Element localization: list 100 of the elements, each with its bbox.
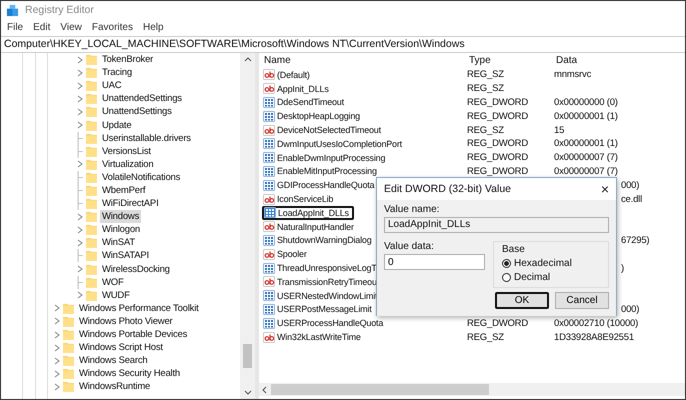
- tree-item[interactable]: TokenBroker: [100, 53, 156, 66]
- tree-item[interactable]: Windows Security Health: [77, 367, 182, 380]
- scroll-down-icon[interactable]: [244, 390, 252, 395]
- tree-item[interactable]: UAC: [100, 79, 124, 92]
- scroll-thumb[interactable]: [271, 384, 489, 395]
- radio-circle-icon[interactable]: [502, 273, 511, 282]
- tree-item[interactable]: WUDF: [100, 288, 132, 302]
- dialog-button[interactable]: OK: [495, 292, 549, 309]
- dialog-title: Edit DWORD (32-bit) Value: [384, 183, 512, 195]
- expand-chevron-icon[interactable]: [54, 330, 60, 339]
- scrollbar[interactable]: [240, 53, 255, 399]
- tree-item[interactable]: VersionsList: [100, 144, 153, 158]
- value-name-cell[interactable]: AppInit_DLLs: [262, 82, 333, 96]
- expand-chevron-icon[interactable]: [77, 56, 83, 64]
- scroll-thumb[interactable]: [243, 344, 252, 368]
- expand-chevron-icon[interactable]: [77, 121, 83, 130]
- value-name-cell[interactable]: ShutdownWarningDialog: [262, 234, 376, 248]
- expand-chevron-icon[interactable]: [54, 304, 60, 312]
- menu-item[interactable]: File: [7, 22, 24, 33]
- expand-chevron-icon[interactable]: [77, 82, 83, 90]
- tree-item[interactable]: VolatileNotifications: [100, 170, 182, 184]
- close-button[interactable]: ×: [594, 181, 616, 197]
- value-name-cell[interactable]: GDIProcessHandleQuota: [262, 178, 378, 192]
- expand-chevron-icon[interactable]: [77, 226, 83, 234]
- expand-chevron-icon[interactable]: [77, 265, 83, 274]
- tree-item[interactable]: Update: [100, 118, 134, 132]
- value-name-cell[interactable]: USERNestedWindowLimit: [262, 288, 382, 303]
- value-data-cell-text: mnmsrvc: [554, 69, 592, 80]
- expand-chevron-icon[interactable]: [77, 291, 83, 300]
- expand-chevron-icon[interactable]: [77, 68, 83, 77]
- column-header[interactable]: Type: [469, 55, 556, 66]
- value-name-cell[interactable]: Spooler: [262, 247, 311, 262]
- tree-item[interactable]: Userinstallable.drivers: [100, 132, 193, 145]
- value-name-cell[interactable]: TransmissionRetryTimeou: [262, 274, 381, 289]
- expand-chevron-icon[interactable]: [77, 212, 83, 221]
- value-data-cell-text: 000): [621, 304, 640, 315]
- tree-item[interactable]: UnattendSettings: [100, 105, 174, 118]
- menu-item[interactable]: Help: [142, 22, 164, 33]
- radio-circle-icon[interactable]: [502, 259, 511, 268]
- folder-icon: [63, 355, 74, 366]
- expand-chevron-icon[interactable]: [77, 94, 83, 103]
- expand-chevron-icon[interactable]: [54, 370, 60, 378]
- tree-item[interactable]: Windows: [100, 210, 142, 224]
- tree-item[interactable]: WinSAT: [100, 236, 137, 250]
- tree-item[interactable]: Winlogon: [100, 223, 142, 236]
- tree-item[interactable]: Windows Search: [77, 354, 150, 368]
- dialog-button[interactable]: Cancel: [555, 292, 609, 309]
- value-name-cell[interactable]: DdeSendTimeout: [262, 96, 348, 110]
- expand-chevron-icon[interactable]: [77, 160, 83, 168]
- expand-chevron-icon[interactable]: [54, 382, 60, 391]
- column-header[interactable]: Data: [556, 55, 685, 66]
- expand-chevron-icon[interactable]: [77, 108, 83, 116]
- value-name-cell[interactable]: NaturalInputHandler: [262, 220, 358, 234]
- tree-item[interactable]: UnattendedSettings: [100, 92, 184, 106]
- menu-item[interactable]: Favorites: [92, 22, 133, 33]
- address-bar[interactable]: Computer\HKEY_LOCAL_MACHINE\SOFTWARE\Microsoft\Windows NT\CurrentVersion\Windows: [1, 36, 685, 53]
- radio-button[interactable]: Decimal: [502, 272, 550, 283]
- column-header[interactable]: Name: [264, 55, 469, 66]
- scroll-up-icon[interactable]: [244, 57, 252, 62]
- menu-item[interactable]: Edit: [33, 22, 50, 33]
- folder-icon: [86, 80, 97, 92]
- tree-item[interactable]: Tracing: [100, 66, 134, 80]
- value-name-cell[interactable]: IconServiceLib: [262, 192, 338, 206]
- tree-item[interactable]: Virtualization: [100, 158, 156, 171]
- tree-item[interactable]: WOF: [100, 276, 126, 289]
- tree-item[interactable]: WinSATAPI: [100, 249, 151, 262]
- value-name-cell[interactable]: LoadAppInit_DLLs: [262, 206, 354, 220]
- folder-icon: [86, 120, 97, 131]
- expand-chevron-icon[interactable]: [54, 317, 60, 326]
- expand-chevron-icon[interactable]: [77, 238, 83, 247]
- value-name-cell[interactable]: DesktopHeapLogging: [262, 109, 364, 124]
- radio-button[interactable]: Hexadecimal: [502, 258, 572, 269]
- value-data-cell-text: 0x00000007 (7): [554, 166, 619, 177]
- value-name-cell[interactable]: (Default): [262, 68, 314, 82]
- value-data-field[interactable]: 0: [384, 254, 485, 270]
- value-name-cell[interactable]: DwmInputUsesIoCompletionPort: [262, 136, 406, 151]
- tree-item[interactable]: WbemPerf: [100, 184, 148, 197]
- tree-item[interactable]: WirelessDocking: [100, 262, 172, 276]
- folder-icon: [63, 329, 74, 340]
- expand-chevron-icon[interactable]: [54, 344, 60, 352]
- menu-item[interactable]: View: [60, 22, 82, 33]
- tree-item[interactable]: Windows Portable Devices: [77, 328, 190, 342]
- value-name-cell[interactable]: EnableDwmInputProcessing: [262, 150, 390, 165]
- scrollbar[interactable]: [259, 383, 685, 396]
- tree-item[interactable]: Windows Photo Viewer: [77, 314, 175, 328]
- value-name-cell[interactable]: Win32kLastWriteTime: [262, 330, 365, 344]
- value-name-cell[interactable]: DeviceNotSelectedTimeout: [262, 123, 385, 137]
- value-type-cell-text: REG_SZ: [467, 332, 505, 343]
- value-name-cell[interactable]: USERProcessHandleQuota: [262, 316, 388, 330]
- tree-item[interactable]: WindowsRuntime: [77, 380, 152, 394]
- tree-item[interactable]: Windows Script Host: [77, 341, 165, 354]
- value-name-field[interactable]: LoadAppInit_DLLs: [384, 217, 609, 233]
- tree-item[interactable]: WiFiDirectAPI: [100, 197, 161, 210]
- value-name-cell[interactable]: EnableMitInputProcessing: [262, 164, 381, 178]
- value-name-cell[interactable]: USERPostMessageLimit: [262, 302, 376, 316]
- expand-chevron-icon[interactable]: [54, 356, 60, 365]
- folder-icon: [86, 290, 97, 301]
- value-name-cell[interactable]: ThreadUnresponsiveLogT: [262, 261, 381, 275]
- scroll-left-icon[interactable]: [262, 386, 267, 394]
- tree-item[interactable]: Windows Performance Toolkit: [77, 302, 201, 315]
